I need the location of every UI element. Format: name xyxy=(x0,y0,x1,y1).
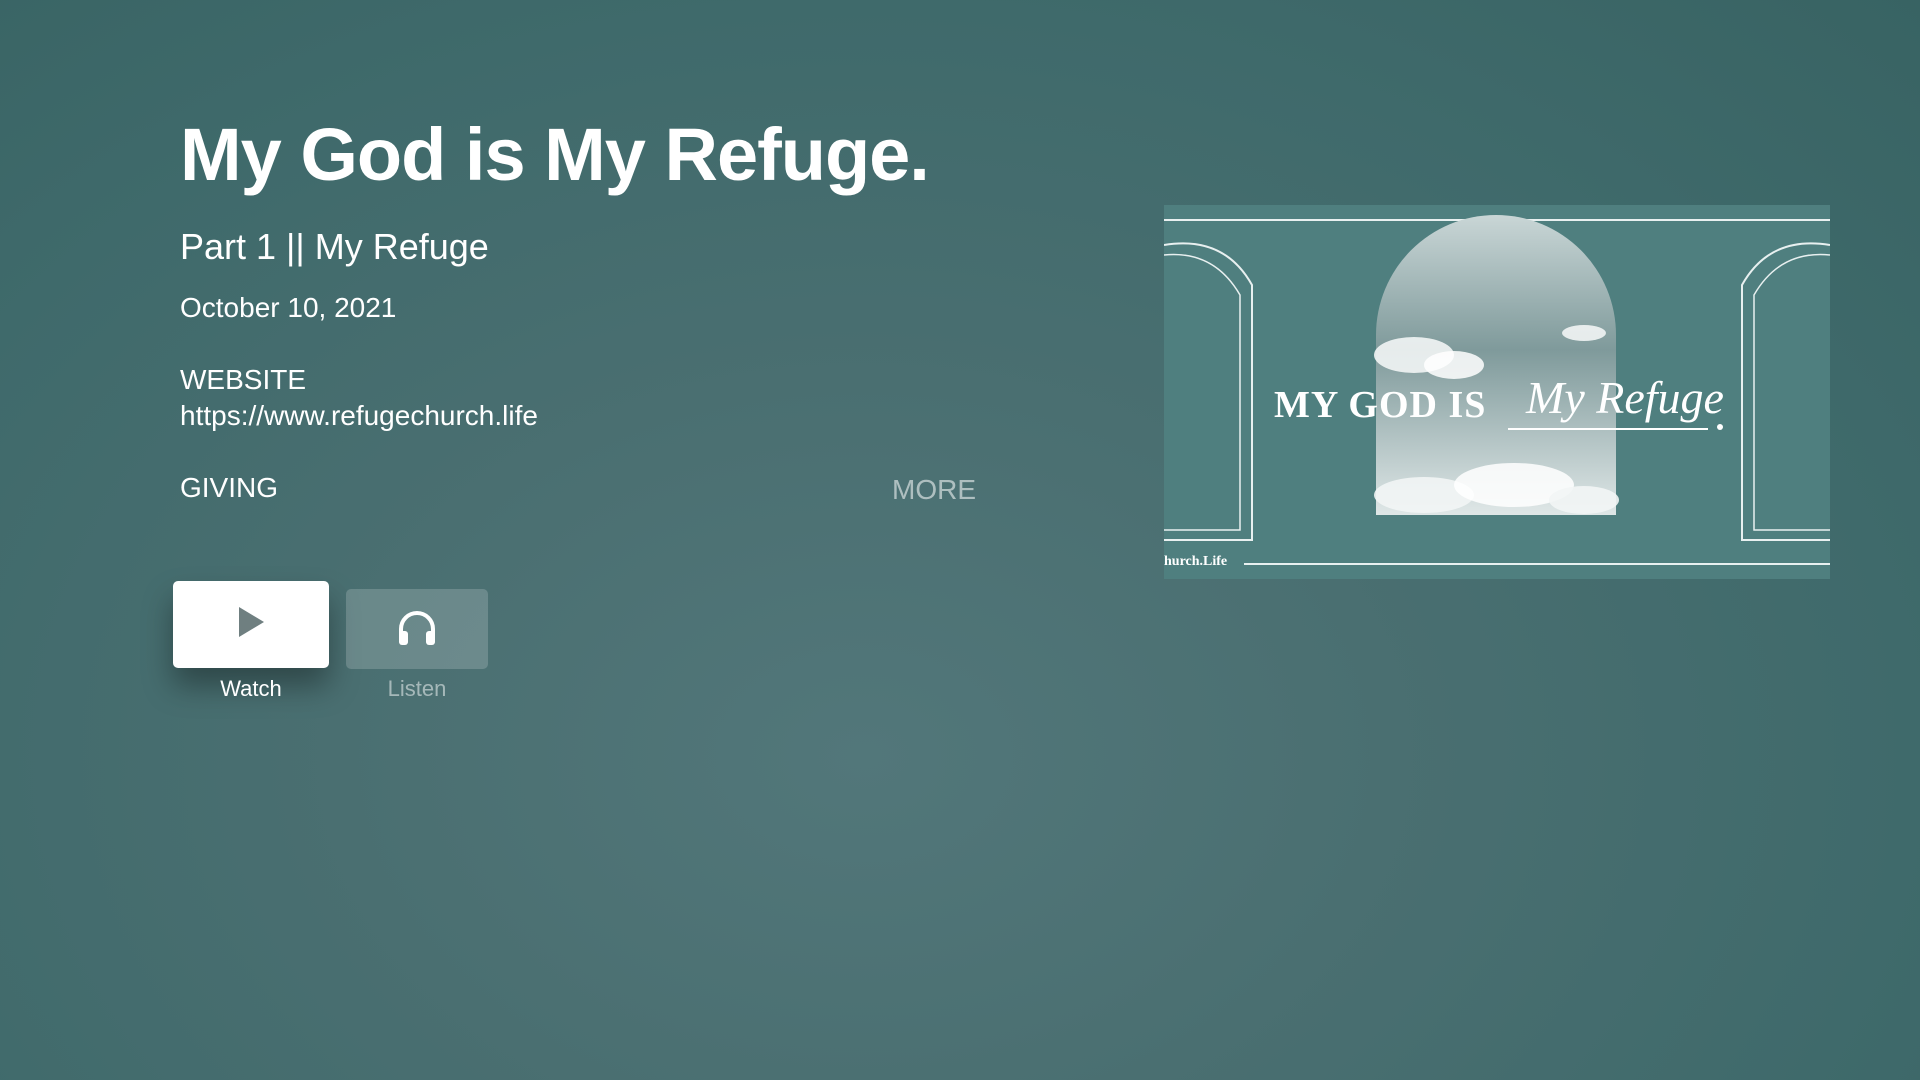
listen-label: Listen xyxy=(387,676,447,701)
play-icon xyxy=(236,605,266,644)
watch-button[interactable] xyxy=(173,581,329,668)
website-url: https://www.refugechurch.life xyxy=(180,400,538,431)
sermon-title: My God is My Refuge. xyxy=(180,113,930,196)
watch-label: Watch xyxy=(220,676,282,701)
more-button[interactable]: MORE xyxy=(892,474,976,506)
headphones-icon xyxy=(395,607,439,652)
website-label: WEBSITE xyxy=(180,364,307,395)
artwork-script-text: My Refuge xyxy=(1526,372,1724,423)
artwork-footer-text: hurch.Life xyxy=(1164,554,1228,569)
sermon-artwork: MY GOD IS My Refuge hurch.Life xyxy=(1164,205,1830,579)
sermon-subtitle: Part 1 || My Refuge xyxy=(180,226,489,267)
sermon-date: October 10, 2021 xyxy=(180,292,397,323)
artwork-graphic xyxy=(1164,215,1830,565)
artwork-main-text: MY GOD IS xyxy=(1274,384,1487,426)
listen-button[interactable] xyxy=(346,589,488,669)
giving-label: GIVING xyxy=(180,472,279,503)
